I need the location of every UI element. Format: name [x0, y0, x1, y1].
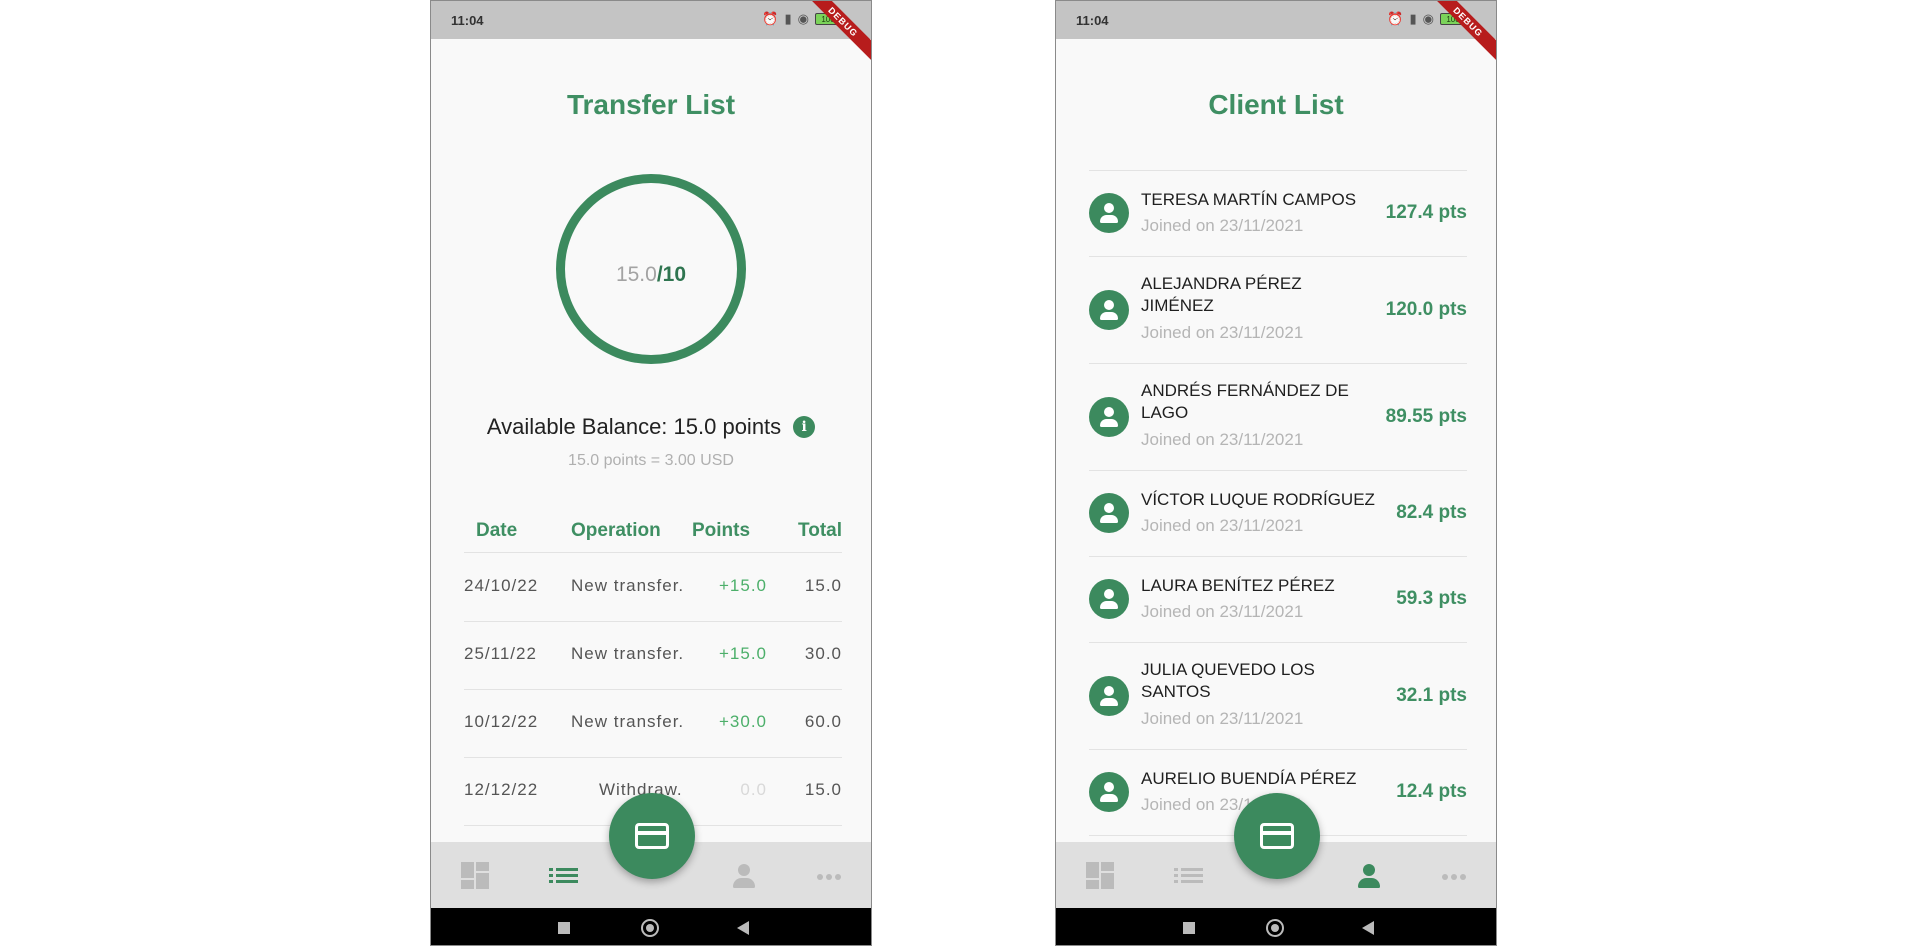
page-title: Client List: [1208, 89, 1344, 120]
table-row[interactable]: 25/11/22 New transfer. +15.0 30.0: [464, 622, 842, 690]
card-fab-button[interactable]: [609, 793, 695, 879]
status-bar: 11:04 ⏰ ▮ ◉ 100 DEBUG: [431, 1, 871, 70]
client-joined: Joined on 23/11/2021: [1141, 516, 1304, 535]
alarm-icon: ⏰: [762, 11, 779, 26]
client-item[interactable]: VÍCTOR LUQUE RODRÍGUEZ Joined on 23/11/2…: [1089, 471, 1467, 557]
client-name: ALEJANDRA PÉREZ JIMÉNEZ: [1141, 274, 1302, 315]
client-joined: Joined on 23/11/2021: [1141, 323, 1304, 342]
client-name: JULIA QUEVEDO LOS SANTOS: [1141, 660, 1315, 701]
avatar-icon: [1089, 193, 1129, 233]
transfer-table-header: Date Operation Points Total: [464, 516, 842, 553]
more-icon[interactable]: [817, 862, 847, 890]
client-list-screen: 11:04 ⏰ ▮ ◉ 100 DEBUG Client List TERESA…: [1055, 0, 1497, 946]
ring-label: 15.0/10: [565, 263, 737, 287]
signal-icon: ▮: [1409, 11, 1417, 26]
table-row[interactable]: 24/10/22 New transfer. +15.0 15.0: [464, 554, 842, 622]
client-name: LAURA BENÍTEZ PÉREZ: [1141, 576, 1335, 595]
header-operation: Operation: [571, 520, 661, 541]
client-item[interactable]: LAURA BENÍTEZ PÉREZ Joined on 23/11/2021…: [1089, 557, 1467, 643]
client-points: 59.3 pts: [1396, 588, 1467, 609]
status-time: 11:04: [1076, 13, 1109, 28]
person-icon[interactable]: [729, 862, 759, 890]
info-icon[interactable]: i: [793, 416, 816, 438]
alarm-icon: ⏰: [1387, 11, 1404, 26]
row-operation: New transfer.: [571, 712, 685, 731]
row-operation: New transfer.: [571, 644, 685, 663]
table-row[interactable]: 10/12/22 New transfer. +30.0 60.0: [464, 690, 842, 758]
client-joined: Joined on 23/11/2021: [1141, 216, 1304, 235]
client-item[interactable]: TERESA MARTÍN CAMPOS Joined on 23/11/202…: [1089, 171, 1467, 257]
client-points: 82.4 pts: [1396, 502, 1467, 523]
client-name: ANDRÉS FERNÁNDEZ DE LAGO: [1141, 381, 1349, 422]
row-points: +15.0: [718, 576, 767, 595]
wifi-icon: ◉: [797, 11, 809, 26]
card-icon: [635, 823, 669, 849]
home-icon[interactable]: [1266, 919, 1284, 937]
home-icon[interactable]: [641, 919, 659, 937]
client-joined: Joined on 23/11/2021: [1141, 430, 1304, 449]
back-icon[interactable]: [737, 921, 749, 935]
client-item[interactable]: JULIA QUEVEDO LOS SANTOS Joined on 23/11…: [1089, 643, 1467, 750]
header-date: Date: [476, 520, 518, 541]
system-navigation-bar: [431, 908, 871, 945]
client-points: 127.4 pts: [1385, 202, 1467, 223]
balance-row: Available Balance: 15.0 points i: [431, 414, 871, 440]
transfer-list-screen: 11:04 ⏰ ▮ ◉ 100 DEBUG Transfer List 15.0…: [430, 0, 872, 946]
client-name: TERESA MARTÍN CAMPOS: [1141, 190, 1357, 209]
person-icon[interactable]: [1354, 862, 1384, 890]
wifi-icon: ◉: [1422, 11, 1434, 26]
avatar-icon: [1089, 397, 1129, 437]
recents-icon[interactable]: [558, 922, 570, 934]
avatar-icon: [1089, 676, 1129, 716]
status-bar: 11:04 ⏰ ▮ ◉ 100 DEBUG: [1056, 1, 1496, 70]
row-date: 12/12/22: [464, 780, 539, 799]
client-points: 89.55 pts: [1385, 406, 1467, 427]
status-time: 11:04: [451, 13, 484, 28]
client-name: VÍCTOR LUQUE RODRÍGUEZ: [1141, 490, 1375, 509]
more-icon[interactable]: [1442, 862, 1472, 890]
recents-icon[interactable]: [1183, 922, 1195, 934]
signal-icon: ▮: [784, 11, 792, 26]
system-navigation-bar: [1056, 908, 1496, 945]
header-total: Total: [798, 520, 842, 541]
client-points: 12.4 pts: [1396, 781, 1467, 802]
page-title: Transfer List: [566, 89, 736, 120]
client-joined: Joined on 23/11/2021: [1141, 709, 1304, 728]
client-item[interactable]: ALEJANDRA PÉREZ JIMÉNEZ Joined on 23/11/…: [1089, 257, 1467, 364]
client-joined: Joined on 23/11/2021: [1141, 602, 1304, 621]
conversion-text: 15.0 points = 3.00 USD: [568, 452, 734, 469]
client-name: AURELIO BUENDÍA PÉREZ: [1141, 769, 1357, 788]
available-balance: Available Balance: 15.0 points: [486, 414, 782, 439]
header-points: Points: [692, 520, 751, 541]
row-points: +15.0: [718, 644, 767, 663]
row-date: 24/10/22: [464, 576, 539, 595]
row-date: 10/12/22: [464, 712, 539, 731]
card-icon: [1260, 823, 1294, 849]
dashboard-icon[interactable]: [461, 862, 491, 890]
row-total: 30.0: [804, 644, 842, 663]
avatar-icon: [1089, 493, 1129, 533]
list-icon[interactable]: [549, 862, 579, 890]
row-points: +30.0: [718, 712, 767, 731]
client-points: 32.1 pts: [1396, 685, 1467, 706]
back-icon[interactable]: [1362, 921, 1374, 935]
ring-goal-value: /10: [656, 263, 687, 286]
avatar-icon: [1089, 290, 1129, 330]
row-points: 0.0: [740, 780, 767, 799]
ring-current-value: 15.0: [615, 263, 657, 286]
client-item[interactable]: ANDRÉS FERNÁNDEZ DE LAGO Joined on 23/11…: [1089, 364, 1467, 471]
row-total: 15.0: [804, 576, 842, 595]
card-fab-button[interactable]: [1234, 793, 1320, 879]
list-icon[interactable]: [1174, 862, 1204, 890]
avatar-icon: [1089, 772, 1129, 812]
row-total: 60.0: [804, 712, 842, 731]
row-date: 25/11/22: [464, 644, 537, 663]
row-operation: New transfer.: [571, 576, 685, 595]
row-total: 15.0: [804, 780, 842, 799]
dashboard-icon[interactable]: [1086, 862, 1116, 890]
client-points: 120.0 pts: [1385, 299, 1467, 320]
points-progress-ring: 15.0/10: [556, 174, 746, 364]
avatar-icon: [1089, 579, 1129, 619]
